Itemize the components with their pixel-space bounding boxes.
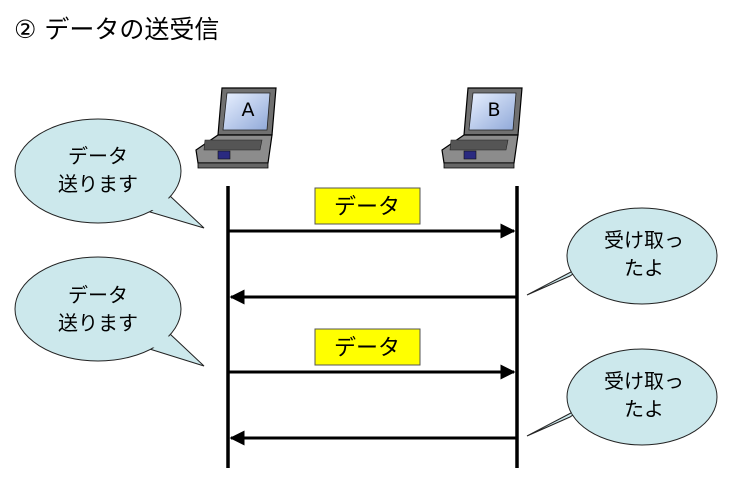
speech-bubble-recv-2: 受け取っ たよ: [526, 348, 718, 446]
laptop-a-icon: A: [195, 87, 277, 169]
data-box-1: データ: [314, 187, 421, 225]
laptop-b-icon: B: [441, 87, 523, 169]
data-box-1-label: データ: [334, 195, 400, 220]
bubble-recv-1-line1: 受け取っ: [604, 228, 684, 252]
laptop-a-label: A: [242, 99, 255, 121]
laptop-b-label: B: [487, 99, 500, 121]
speech-bubble-recv-1: 受け取っ たよ: [526, 207, 718, 305]
bubble-send-2-line2: 送ります: [58, 311, 138, 335]
bubble-recv-2-line2: たよ: [624, 397, 664, 421]
bubble-recv-1-line2: たよ: [624, 256, 664, 280]
bubble-send-1-line1: データ: [68, 144, 128, 168]
bubble-recv-2-line1: 受け取っ: [604, 369, 684, 393]
sequence-diagram: A B データ データ データ 送ります データ 送ります 受け取っ たよ 受け…: [14, 87, 718, 468]
bubble-send-1-line2: 送ります: [58, 172, 138, 196]
data-box-2-label: データ: [334, 336, 400, 361]
data-box-2: データ: [314, 328, 421, 366]
speech-bubble-send-2: データ 送ります: [14, 256, 205, 367]
speech-bubble-send-1: データ 送ります: [14, 118, 205, 229]
bubble-send-2-line1: データ: [68, 283, 128, 307]
